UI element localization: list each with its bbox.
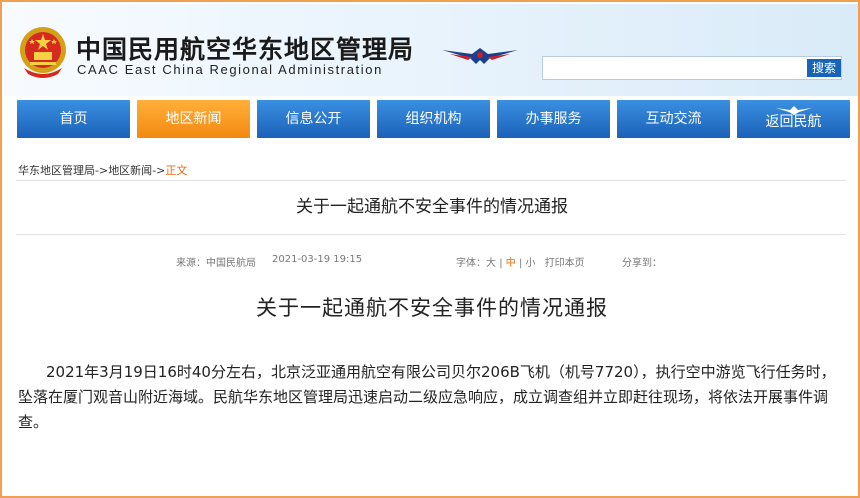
article-body: 2021年3月19日16时40分左右，北京泛亚通用航空有限公司贝尔206B飞机（… bbox=[18, 363, 836, 431]
page-title: 关于一起通航不安全事件的情况通报 bbox=[296, 197, 568, 217]
search-box: 搜索 bbox=[542, 56, 842, 80]
share-label: 分享到： bbox=[622, 258, 662, 269]
national-emblem-icon bbox=[20, 27, 66, 78]
nav-item-interaction[interactable]: 互动交流 bbox=[617, 100, 730, 138]
nav-item-back-to-caac[interactable]: 返回民航 bbox=[737, 100, 850, 138]
site-title-cn: 中国民用航空华东地区管理局 bbox=[76, 35, 415, 64]
search-input[interactable] bbox=[543, 57, 801, 79]
source-label: 来源： bbox=[176, 258, 206, 269]
print-button[interactable]: 打印本页 bbox=[545, 258, 585, 269]
font-label: 字体： bbox=[456, 258, 486, 269]
nav-item-info-disclosure[interactable]: 信息公开 bbox=[257, 100, 370, 138]
site-title-en: CAAC East China Regional Administration bbox=[77, 62, 383, 77]
nav-item-back-label: 返回民航 bbox=[765, 114, 822, 130]
caac-wings-icon bbox=[776, 106, 812, 115]
font-medium-button[interactable]: 中 bbox=[506, 258, 516, 269]
divider bbox=[16, 234, 846, 235]
nav-item-home[interactable]: 首页 bbox=[17, 100, 130, 138]
breadcrumb-separator: -> bbox=[95, 164, 109, 177]
article-datetime: 2021-03-19 19:15 bbox=[272, 254, 363, 265]
font-small-button[interactable]: 小 bbox=[526, 258, 536, 269]
font-size-controls: 字体：大 | 中 | 小 打印本页 bbox=[456, 254, 585, 269]
breadcrumb: 华东地区管理局->地区新闻->正文 bbox=[18, 162, 187, 178]
caac-wings-icon bbox=[442, 48, 518, 64]
main-nav: 首页 地区新闻 信息公开 组织机构 办事服务 互动交流 返回民航 bbox=[4, 96, 858, 146]
nav-item-organization[interactable]: 组织机构 bbox=[377, 100, 490, 138]
meta-divider: | bbox=[518, 258, 523, 269]
breadcrumb-item-current: 正文 bbox=[165, 164, 188, 177]
meta-divider: | bbox=[499, 258, 503, 269]
site-header: 中国民用航空华东地区管理局 CAAC East China Regional A… bbox=[4, 4, 858, 96]
article-title: 关于一起通航不安全事件的情况通报 bbox=[256, 296, 608, 320]
page-frame: 中国民用航空华东地区管理局 CAAC East China Regional A… bbox=[0, 0, 860, 498]
breadcrumb-item-home[interactable]: 华东地区管理局 bbox=[18, 164, 95, 177]
breadcrumb-item-news[interactable]: 地区新闻 bbox=[108, 164, 152, 177]
search-button[interactable]: 搜索 bbox=[807, 59, 841, 77]
divider bbox=[16, 180, 846, 181]
nav-item-services[interactable]: 办事服务 bbox=[497, 100, 610, 138]
nav-item-regional-news[interactable]: 地区新闻 bbox=[137, 100, 250, 138]
font-large-button[interactable]: 大 bbox=[486, 258, 496, 269]
breadcrumb-separator: -> bbox=[152, 164, 166, 177]
source-value: 中国民航局 bbox=[206, 258, 256, 269]
article-source: 来源：中国民航局 bbox=[176, 254, 256, 269]
